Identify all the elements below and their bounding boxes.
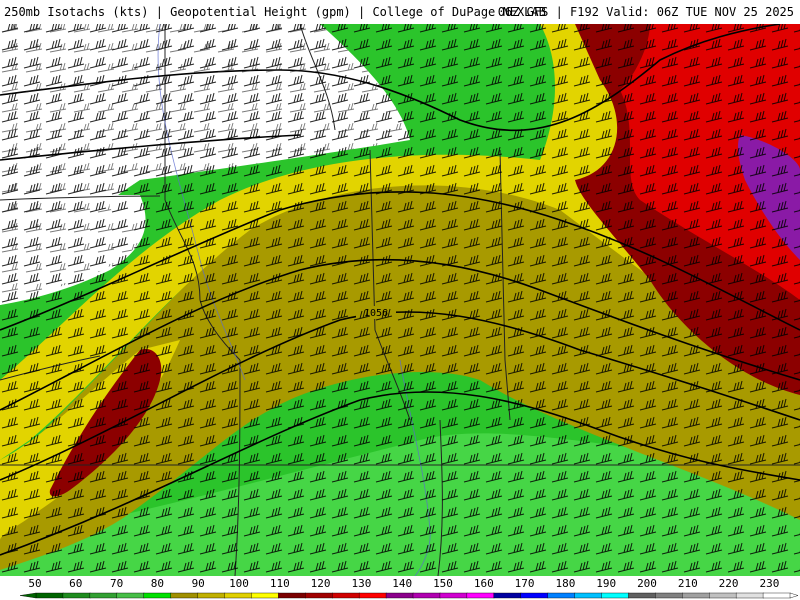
color-scale-tick-label: 80	[151, 577, 164, 590]
color-scale-tick-label: 60	[69, 577, 82, 590]
product-title: 250mb Isotachs (kts) | Geopotential Heig…	[4, 5, 546, 19]
color-scale-tick-label: 180	[555, 577, 575, 590]
color-scale-swatch	[709, 592, 737, 599]
color-scale-swatch	[735, 592, 764, 599]
color-scale-right-arrow	[789, 592, 799, 599]
color-scale-swatch	[358, 592, 387, 599]
color-scale-tick-label: 200	[637, 577, 657, 590]
weather-map-viewer: 250mb Isotachs (kts) | Geopotential Heig…	[0, 0, 800, 600]
color-scale-swatch	[574, 592, 603, 599]
color-scale-swatch	[762, 592, 791, 599]
color-scale-swatch	[251, 592, 280, 599]
color-scale-left-arrow	[19, 592, 37, 599]
color-scale-swatch	[655, 592, 683, 599]
color-scale-swatch	[466, 592, 495, 599]
color-scale-tick-label: 170	[515, 577, 535, 590]
color-scale-swatch	[278, 592, 306, 599]
color-scale-tick-label: 100	[229, 577, 249, 590]
color-scale-swatch	[116, 592, 145, 599]
map-header: 250mb Isotachs (kts) | Geopotential Heig…	[0, 0, 800, 24]
color-scale-tick-label: 120	[311, 577, 331, 590]
color-scale-bar: 50 60 70 80 90 100 110 120 130 140 150 160 170 180 190…	[19, 577, 799, 599]
color-scale-tick-label: 110	[270, 577, 290, 590]
color-scale-tick-label: 220	[719, 577, 739, 590]
isotach-color-scale: 50 60 70 80 90 100 110 120 130 140 150 160 170 180 190…	[0, 576, 800, 600]
color-scale-swatch	[439, 592, 468, 599]
color-scale-swatch	[62, 592, 91, 599]
color-scale-tick-label: 90	[192, 577, 205, 590]
color-scale-tick-label: 140	[392, 577, 412, 590]
map-canvas: 1056	[0, 24, 800, 576]
color-scale-swatch	[170, 592, 199, 599]
color-scale-swatch	[520, 592, 549, 599]
color-scale-tick-label: 230	[759, 577, 779, 590]
color-scale-tick-label: 160	[474, 577, 494, 590]
color-scale-tick-label: 190	[596, 577, 616, 590]
color-scale-swatch	[628, 592, 657, 599]
color-scale-swatch	[89, 592, 118, 599]
color-scale-swatch	[305, 592, 333, 599]
color-scale-swatch	[412, 592, 441, 599]
color-scale-swatch	[143, 592, 172, 599]
color-scale-swatch	[682, 592, 710, 599]
color-scale-swatch	[35, 592, 64, 599]
model-run-valid-time: 06Z GFS | F192 Valid: 06Z TUE NOV 25 202…	[497, 5, 794, 19]
color-scale-swatch	[547, 592, 576, 599]
color-scale-tick-label: 70	[110, 577, 123, 590]
color-scale-swatch	[197, 592, 226, 599]
color-scale-tick-label: 150	[433, 577, 453, 590]
color-scale-swatch	[332, 592, 360, 599]
isotach-map: 1056	[0, 24, 800, 576]
color-scale-tick-label: 50	[28, 577, 41, 590]
color-scale-swatch	[601, 592, 630, 599]
color-scale-tick-label: 130	[351, 577, 371, 590]
color-scale-swatch	[224, 592, 253, 599]
color-scale-swatch	[385, 592, 414, 599]
color-scale-tick-label: 210	[678, 577, 698, 590]
color-scale-swatch	[493, 592, 522, 599]
